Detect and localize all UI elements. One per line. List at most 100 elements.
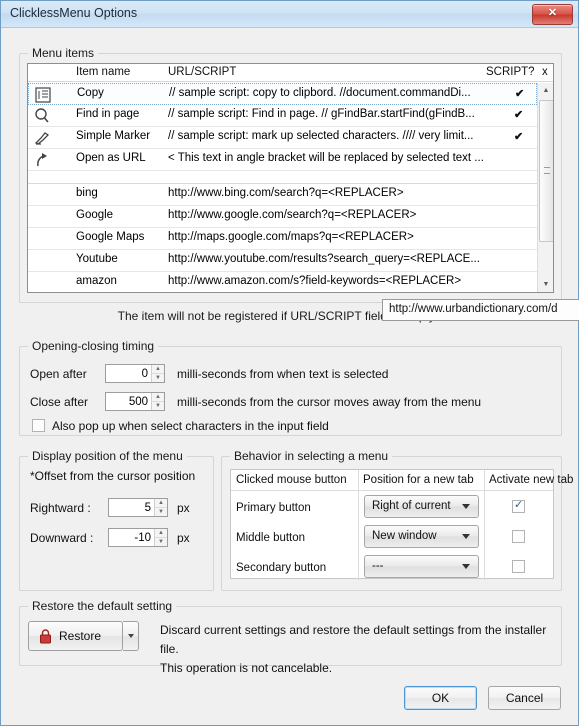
scroll-up-icon[interactable]: ▲ bbox=[538, 83, 553, 99]
table-row[interactable]: Copy // sample script: copy to clipbord.… bbox=[28, 83, 553, 105]
downward-unit: px bbox=[177, 531, 190, 545]
spin-up-icon[interactable]: ▲ bbox=[152, 393, 164, 402]
row-script-check: ✔ bbox=[515, 88, 525, 100]
table-row[interactable]: Find in page // sample script: Find in p… bbox=[28, 105, 553, 127]
menu-items-list[interactable]: Item name URL/SCRIPT SCRIPT? x ▤ Copy //… bbox=[27, 63, 554, 293]
list-rows: Copy // sample script: copy to clipbord.… bbox=[28, 83, 553, 292]
close-icon: ✕ bbox=[547, 7, 558, 19]
magnifier-icon bbox=[32, 107, 52, 125]
middle-button-position-select[interactable]: New window bbox=[364, 525, 479, 548]
restore-desc-line2: This operation is not cancelable. bbox=[160, 661, 333, 675]
row-url-script: http://www.amazon.com/s?field-keywords=<… bbox=[168, 275, 462, 287]
row-label-secondary-button: Secondary button bbox=[236, 562, 327, 574]
primary-button-position-select[interactable]: Right of current bbox=[364, 495, 479, 518]
list-scrollbar[interactable]: ▲ ▼ bbox=[537, 83, 553, 292]
timing-legend: Opening-closing timing bbox=[28, 339, 159, 353]
row-item-name: Copy bbox=[77, 87, 104, 99]
marker-pen-icon bbox=[32, 129, 52, 147]
chevron-down-icon bbox=[462, 504, 470, 509]
column-header-url-script[interactable]: URL/SCRIPT bbox=[168, 66, 236, 78]
rightward-stepper[interactable]: ▲ ▼ bbox=[108, 498, 168, 517]
spin-down-icon[interactable]: ▼ bbox=[152, 402, 164, 410]
row-url-script: // sample script: copy to clipbord. //do… bbox=[169, 87, 471, 99]
spin-up-icon[interactable]: ▲ bbox=[155, 529, 167, 538]
row-item-name: Google bbox=[76, 209, 114, 221]
title-bar: ClicklessMenu Options ✕ bbox=[1, 1, 578, 28]
cancel-button[interactable]: Cancel bbox=[488, 686, 561, 710]
offset-note: *Offset from the cursor position bbox=[30, 469, 196, 483]
scroll-down-icon[interactable]: ▼ bbox=[538, 277, 553, 292]
list-header: Item name URL/SCRIPT SCRIPT? x ▤ bbox=[28, 64, 553, 82]
row-item-name: bing bbox=[76, 187, 98, 199]
open-after-spin-buttons[interactable]: ▲ ▼ bbox=[151, 365, 164, 382]
primary-activate-checkbox[interactable] bbox=[512, 498, 525, 513]
timing-group: Opening-closing timing Open after ▲ ▼ mi… bbox=[19, 339, 562, 436]
row-item-name: Simple Marker bbox=[76, 130, 151, 142]
table-row[interactable]: Google http://www.google.com/search?q=<R… bbox=[28, 206, 553, 228]
table-row[interactable]: amazon http://www.amazon.com/s?field-key… bbox=[28, 272, 553, 292]
close-after-suffix: milli-seconds from the cursor moves away… bbox=[177, 395, 482, 409]
restore-description: Discard current settings and restore the… bbox=[160, 621, 561, 678]
rightward-unit: px bbox=[177, 501, 190, 515]
lock-icon bbox=[39, 629, 52, 644]
middle-position-value: New window bbox=[372, 530, 437, 542]
restore-legend: Restore the default setting bbox=[28, 599, 177, 613]
scrollbar-thumb[interactable] bbox=[539, 100, 553, 242]
close-after-input[interactable] bbox=[106, 393, 151, 410]
ok-button[interactable]: OK bbox=[404, 686, 477, 710]
row-url-script: http://www.youtube.com/results?search_qu… bbox=[168, 253, 480, 265]
restore-group: Restore the default setting Restore Disc… bbox=[19, 599, 562, 675]
row-url-script: http://www.bing.com/search?q=<REPLACER> bbox=[168, 187, 404, 199]
row-script-check: ✔ bbox=[514, 109, 524, 121]
rightward-input[interactable] bbox=[109, 499, 154, 516]
spin-up-icon[interactable]: ▲ bbox=[155, 499, 167, 508]
restore-dropdown-button[interactable] bbox=[123, 621, 139, 651]
popup-input-field-checkbox[interactable] bbox=[32, 419, 45, 432]
popup-input-field-label: Also pop up when select characters in th… bbox=[52, 419, 329, 433]
spin-down-icon[interactable]: ▼ bbox=[152, 374, 164, 382]
table-divider-1 bbox=[358, 470, 359, 580]
row-item-name: Youtube bbox=[76, 253, 118, 265]
column-header-script[interactable]: SCRIPT? bbox=[486, 66, 535, 78]
row-label-primary-button: Primary button bbox=[236, 502, 311, 514]
row-url-script: http://www.google.com/search?q=<REPLACER… bbox=[168, 209, 417, 221]
middle-activate-checkbox[interactable] bbox=[512, 530, 525, 543]
close-after-label: Close after bbox=[30, 395, 89, 409]
behavior-legend: Behavior in selecting a menu bbox=[230, 449, 393, 463]
restore-button[interactable]: Restore bbox=[28, 621, 123, 651]
secondary-button-position-select[interactable]: --- bbox=[364, 555, 479, 578]
downward-spin-buttons[interactable]: ▲ ▼ bbox=[154, 529, 167, 546]
close-after-spin-buttons[interactable]: ▲ ▼ bbox=[151, 393, 164, 410]
close-after-stepper[interactable]: ▲ ▼ bbox=[105, 392, 165, 411]
open-after-stepper[interactable]: ▲ ▼ bbox=[105, 364, 165, 383]
secondary-activate-checkbox[interactable] bbox=[512, 560, 525, 573]
table-row[interactable]: bing http://www.bing.com/search?q=<REPLA… bbox=[28, 184, 553, 206]
options-dialog: ClicklessMenu Options ✕ Menu items Item … bbox=[0, 0, 579, 726]
rightward-spin-buttons[interactable]: ▲ ▼ bbox=[154, 499, 167, 516]
row-item-name: Google Maps bbox=[76, 231, 145, 243]
open-after-input[interactable] bbox=[106, 365, 151, 382]
table-row[interactable]: Google Maps http://maps.google.com/maps?… bbox=[28, 228, 553, 250]
table-row[interactable]: Open as URL < This text in angle bracket… bbox=[28, 149, 553, 171]
row-item-name: amazon bbox=[76, 275, 117, 287]
secondary-position-value: --- bbox=[372, 560, 384, 572]
column-header-item-name[interactable]: Item name bbox=[76, 66, 130, 78]
column-header-mouse-button: Clicked mouse button bbox=[236, 474, 347, 486]
row-url-script: < This text in angle bracket will be rep… bbox=[168, 152, 484, 164]
spin-down-icon[interactable]: ▼ bbox=[155, 538, 167, 546]
spin-down-icon[interactable]: ▼ bbox=[155, 508, 167, 516]
url-tooltip: http://www.urbandictionary.com/d bbox=[382, 299, 579, 321]
downward-input[interactable] bbox=[109, 529, 154, 546]
menu-items-legend: Menu items bbox=[28, 46, 99, 60]
column-header-delete[interactable]: x bbox=[542, 66, 548, 78]
restore-desc-line1: Discard current settings and restore the… bbox=[160, 623, 547, 656]
list-document-icon bbox=[33, 86, 53, 104]
table-row[interactable]: Youtube http://www.youtube.com/results?s… bbox=[28, 250, 553, 272]
downward-stepper[interactable]: ▲ ▼ bbox=[108, 528, 168, 547]
spin-up-icon[interactable]: ▲ bbox=[152, 365, 164, 374]
rightward-label: Rightward : bbox=[30, 501, 91, 515]
close-button[interactable]: ✕ bbox=[532, 4, 573, 25]
downward-label: Downward : bbox=[30, 531, 94, 545]
display-position-group: Display position of the menu *Offset fro… bbox=[19, 449, 214, 591]
table-row[interactable]: Simple Marker // sample script: mark up … bbox=[28, 127, 553, 149]
